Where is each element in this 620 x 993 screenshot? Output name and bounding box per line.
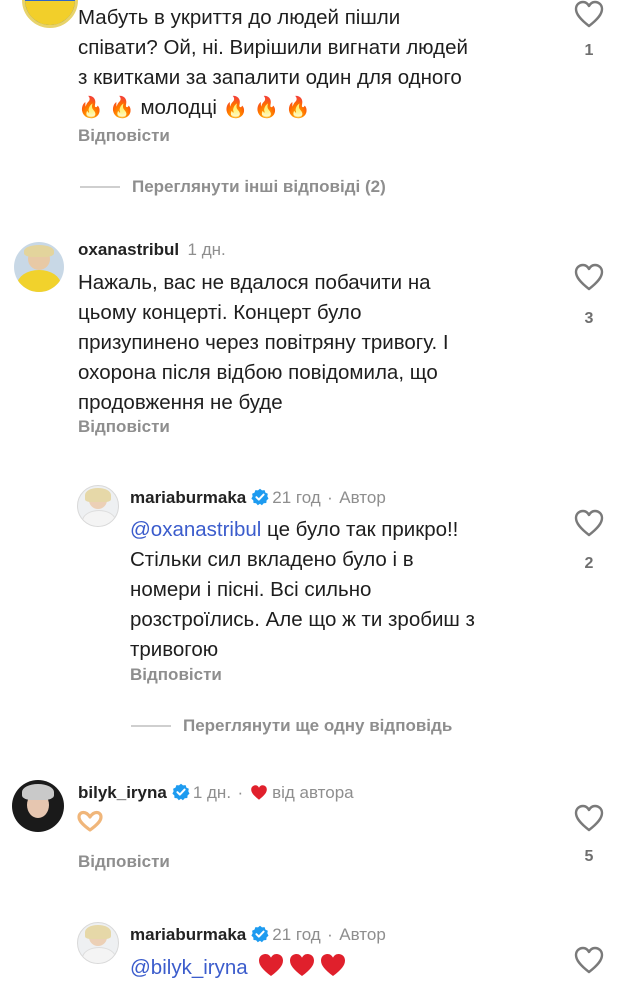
avatar-mariaburmaka[interactable] xyxy=(77,922,119,964)
like-heart-icon[interactable] xyxy=(574,509,604,537)
comment-header: oxanastribul 1 дн. xyxy=(78,240,226,260)
reply-button[interactable]: Відповісти xyxy=(78,126,170,146)
separator-dot: · xyxy=(327,925,333,944)
mention-link[interactable]: @oxanastribul xyxy=(130,518,261,541)
timestamp: 1 дн. xyxy=(192,783,232,802)
username[interactable]: oxanastribul xyxy=(78,240,179,259)
avatar-mariaburmaka[interactable] xyxy=(77,485,119,527)
like-count: 5 xyxy=(584,848,594,865)
divider-line xyxy=(131,725,171,727)
mention-link[interactable]: @bilyk_iryna xyxy=(130,956,248,979)
fire-emoji: 🔥 🔥 🔥 xyxy=(222,96,311,119)
timestamp: 21 год xyxy=(272,925,321,944)
like-heart-icon[interactable] xyxy=(574,263,604,291)
separator-dot: · xyxy=(237,783,244,802)
avatar-bilyk-iryna[interactable] xyxy=(12,780,64,832)
like-heart-icon[interactable] xyxy=(574,804,604,832)
reply-button[interactable]: Відповісти xyxy=(78,852,170,872)
like-count: 1 xyxy=(584,42,594,59)
comment-header: bilyk_iryna 1 дн. · від автора xyxy=(78,783,354,806)
like-count: 2 xyxy=(584,555,594,572)
avatar-ukraine-flag[interactable] xyxy=(22,0,78,28)
reply-button[interactable]: Відповісти xyxy=(130,665,222,685)
reply-header: mariaburmaka 21 год · Автор xyxy=(130,925,386,948)
fire-emoji: 🔥 🔥 xyxy=(78,96,135,119)
red-heart-icon xyxy=(250,784,268,806)
divider-line xyxy=(80,186,120,188)
username[interactable]: bilyk_iryna xyxy=(78,783,167,802)
verified-badge-icon xyxy=(251,925,269,948)
reply-header: mariaburmaka 21 год · Автор xyxy=(130,488,386,511)
red-hearts-emoji xyxy=(257,952,347,987)
like-heart-icon[interactable] xyxy=(574,946,604,974)
comment-text: Мабуть в укриття до людей пішли співати?… xyxy=(78,6,468,119)
avatar-oxanastribul[interactable] xyxy=(14,242,64,292)
author-label: Автор xyxy=(339,488,386,507)
author-label: Автор xyxy=(339,925,386,944)
verified-badge-icon xyxy=(172,783,190,806)
reply-text: @oxanastribul це було так прикро!! Стіль… xyxy=(130,518,475,661)
reply-button[interactable]: Відповісти xyxy=(78,417,170,437)
username[interactable]: mariaburmaka xyxy=(130,925,246,944)
separator-dot: · xyxy=(327,488,333,507)
timestamp: 21 год xyxy=(272,488,321,507)
username[interactable]: mariaburmaka xyxy=(130,488,246,507)
like-count: 3 xyxy=(584,310,594,327)
comment-text: Нажаль, вас не вдалося побачити на цьому… xyxy=(78,271,449,414)
view-more-replies-button[interactable]: Переглянути ще одну відповідь xyxy=(183,716,452,736)
timestamp: 1 дн. xyxy=(187,240,226,259)
verified-badge-icon xyxy=(251,488,269,511)
like-heart-icon[interactable] xyxy=(574,0,604,28)
heart-hands-emoji xyxy=(76,810,104,837)
view-replies-button[interactable]: Переглянути інші відповіді (2) xyxy=(132,177,386,197)
liked-by-author-label: від автора xyxy=(272,783,354,802)
reply-text: @bilyk_iryna ❤️ ❤️ ❤️ xyxy=(130,952,347,987)
